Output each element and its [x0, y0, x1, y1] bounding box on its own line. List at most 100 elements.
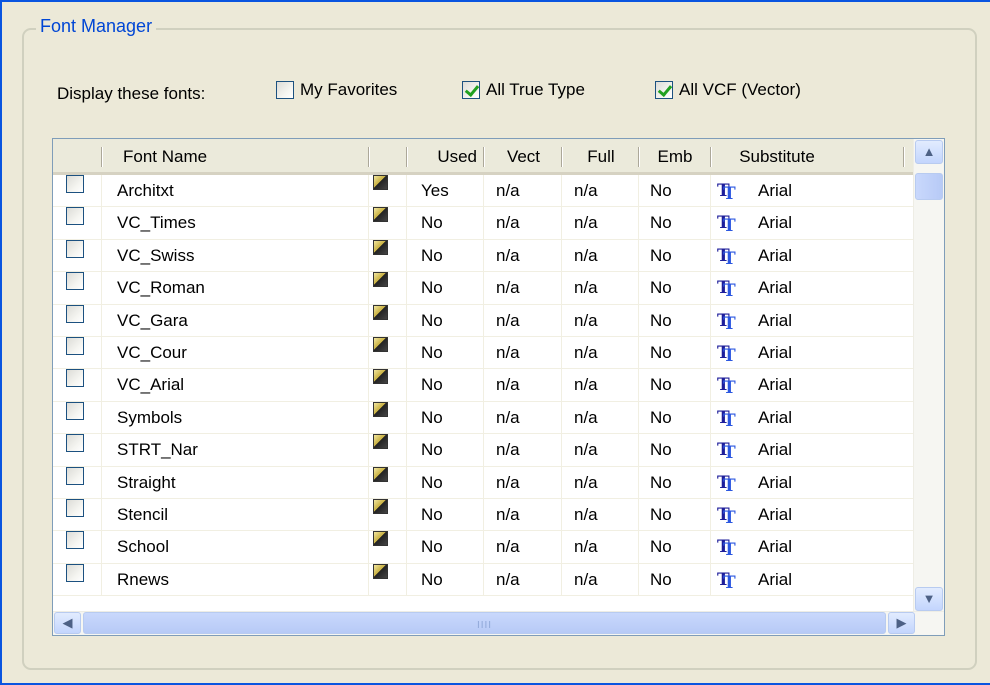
table-row[interactable]: Architxt Yes n/a n/a No TT Arial — [53, 175, 913, 208]
substitute-cell[interactable]: Arial — [758, 369, 792, 401]
row-select-checkbox[interactable] — [66, 401, 84, 420]
column-header-type-icon[interactable] — [370, 139, 407, 172]
vector-font-icon — [373, 304, 388, 320]
column-separator — [406, 498, 407, 531]
column-separator — [561, 207, 562, 239]
table-row[interactable]: STRT_Nar No n/a n/a No TT Arial — [53, 434, 913, 467]
row-select-checkbox[interactable] — [66, 207, 84, 226]
column-header-font-name[interactable]: Font Name — [103, 139, 369, 172]
emb-cell: No — [650, 181, 672, 200]
substitute-cell[interactable]: Arial — [758, 434, 792, 466]
substitute-cell[interactable]: Arial — [758, 305, 792, 337]
scroll-grip-icon: IIII — [476, 620, 493, 631]
substitute-cell[interactable]: Arial — [758, 240, 792, 272]
horizontal-scrollbar[interactable]: ◀ IIII ▶ — [53, 611, 944, 635]
row-select-checkbox[interactable] — [66, 239, 84, 258]
font-name-cell: VC_Cour — [117, 342, 187, 362]
row-select-checkbox[interactable] — [66, 272, 84, 291]
table-row[interactable]: Symbols No n/a n/a No TT Arial — [53, 401, 913, 435]
row-select-checkbox[interactable] — [66, 304, 84, 323]
truetype-font-icon: TT — [717, 278, 735, 302]
table-row[interactable]: Rnews No n/a n/a No TT Arial — [53, 563, 913, 597]
column-separator — [406, 336, 407, 369]
column-separator — [101, 369, 102, 401]
row-select-checkbox[interactable] — [66, 434, 84, 453]
header-separator — [368, 147, 369, 167]
scroll-left-button[interactable]: ◀ — [54, 612, 81, 634]
substitute-cell[interactable]: Arial — [758, 402, 792, 434]
table-row[interactable]: VC_Gara No n/a n/a No TT Arial — [53, 304, 913, 337]
row-select-checkbox[interactable] — [66, 466, 84, 485]
column-separator — [638, 239, 639, 272]
font-name-cell: School — [117, 537, 169, 557]
table-row[interactable]: VC_Times No n/a n/a No TT Arial — [53, 207, 913, 240]
scroll-down-button[interactable]: ▼ — [915, 587, 943, 611]
substitute-cell[interactable]: Arial — [758, 531, 792, 563]
grid-rows: Architxt Yes n/a n/a No TT Arial VC_Times No n/a n… — [53, 175, 913, 613]
full-cell: n/a — [574, 537, 598, 557]
all-vcf-vector-checkbox[interactable]: All VCF (Vector) — [655, 80, 801, 100]
column-separator — [101, 434, 102, 466]
vect-cell: n/a — [496, 440, 520, 460]
column-separator — [101, 531, 102, 563]
vertical-scrollbar[interactable]: ▲ ▼ — [913, 139, 944, 613]
row-select-checkbox[interactable] — [66, 336, 84, 355]
scroll-right-button[interactable]: ▶ — [888, 612, 915, 634]
column-separator — [406, 401, 407, 434]
table-row[interactable]: Straight No n/a n/a No TT Arial — [53, 466, 913, 499]
group-title: Font Manager — [36, 16, 157, 37]
column-separator — [368, 207, 369, 239]
table-row[interactable]: Stencil No n/a n/a No TT Arial — [53, 498, 913, 532]
checkbox-box[interactable] — [276, 81, 294, 99]
column-header-full[interactable]: Full — [563, 139, 639, 172]
font-name-cell: STRT_Nar — [117, 440, 198, 460]
font-name-cell: Symbols — [117, 407, 183, 427]
row-select-checkbox[interactable] — [66, 531, 84, 550]
table-row[interactable]: VC_Cour No n/a n/a No TT Arial — [53, 336, 913, 370]
header-separator — [638, 147, 639, 167]
row-select-checkbox[interactable] — [66, 369, 84, 388]
substitute-cell[interactable]: Arial — [758, 564, 792, 596]
table-row[interactable]: VC_Arial No n/a n/a No TT Arial — [53, 369, 913, 402]
full-cell: n/a — [574, 440, 598, 460]
checkbox-box[interactable] — [655, 81, 673, 99]
substitute-cell[interactable]: Arial — [758, 499, 792, 531]
used-cell: No — [421, 278, 443, 298]
table-row[interactable]: School No n/a n/a No TT Arial — [53, 531, 913, 564]
scroll-up-button[interactable]: ▲ — [915, 140, 943, 164]
column-separator — [710, 434, 711, 466]
column-header-vect[interactable]: Vect — [485, 139, 562, 172]
column-header-substitute[interactable]: Substitute — [712, 139, 842, 172]
used-cell: No — [421, 472, 443, 492]
column-separator — [561, 175, 562, 207]
used-cell: No — [421, 375, 443, 395]
table-row[interactable]: VC_Roman No n/a n/a No TT Arial — [53, 272, 913, 305]
row-select-checkbox[interactable] — [66, 498, 84, 517]
substitute-cell[interactable]: Arial — [758, 467, 792, 499]
row-select-checkbox[interactable] — [66, 175, 84, 193]
column-separator — [101, 336, 102, 369]
vect-cell: n/a — [496, 407, 520, 427]
vect-cell: n/a — [496, 310, 520, 330]
font-name-cell: VC_Times — [117, 213, 196, 233]
substitute-cell[interactable]: Arial — [758, 207, 792, 239]
table-row[interactable]: VC_Swiss No n/a n/a No TT Arial — [53, 239, 913, 273]
column-header-used[interactable]: Used — [408, 139, 483, 172]
substitute-cell[interactable]: Arial — [758, 272, 792, 304]
checkbox-box[interactable] — [462, 81, 480, 99]
column-separator — [638, 336, 639, 369]
all-true-type-checkbox[interactable]: All True Type — [462, 80, 585, 100]
vect-cell: n/a — [496, 342, 520, 362]
substitute-cell[interactable]: Arial — [758, 337, 792, 369]
substitute-cell[interactable]: Arial — [758, 175, 792, 207]
vector-font-icon — [373, 401, 388, 417]
my-favorites-checkbox[interactable]: My Favorites — [276, 80, 397, 100]
column-separator — [710, 207, 711, 239]
vertical-scroll-thumb[interactable] — [915, 173, 943, 200]
row-select-checkbox[interactable] — [66, 563, 84, 582]
column-header-emb[interactable]: Emb — [640, 139, 710, 172]
column-separator — [710, 401, 711, 434]
truetype-font-icon: TT — [717, 569, 735, 593]
column-separator — [368, 369, 369, 401]
horizontal-scroll-thumb[interactable]: IIII — [83, 612, 886, 634]
